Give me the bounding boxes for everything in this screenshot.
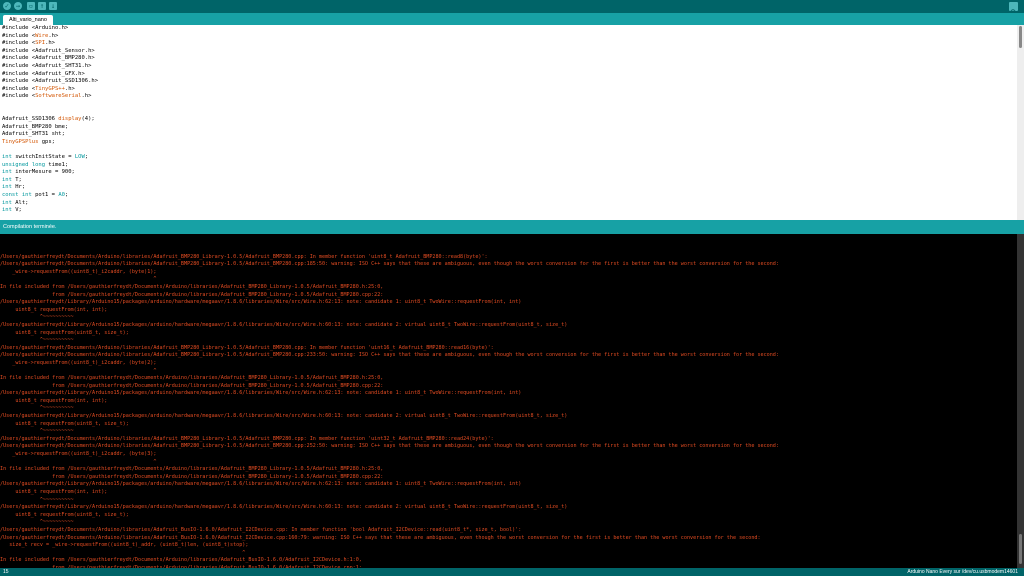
verify-icon[interactable]: ✓ <box>3 2 11 10</box>
status-message: Compilation terminée. <box>3 224 57 230</box>
tab-bar: Alti_vario_nano <box>0 13 1024 25</box>
console-scrollbar[interactable] <box>1017 234 1024 568</box>
new-icon[interactable]: ▫ <box>27 2 35 10</box>
status-bar: Compilation terminée. <box>0 220 1024 234</box>
editor-scroll-thumb[interactable] <box>1019 26 1022 48</box>
board-port-info: Arduino Nano Every sur /dev/cu.usbmodem1… <box>907 569 1018 575</box>
upload-icon[interactable]: → <box>14 2 22 10</box>
open-icon[interactable]: ↑ <box>38 2 46 10</box>
footer-bar: 15 Arduino Nano Every sur /dev/cu.usbmod… <box>0 568 1024 576</box>
editor-scrollbar[interactable] <box>1017 25 1024 220</box>
line-number: 15 <box>3 569 9 575</box>
save-icon[interactable]: ↓ <box>49 2 57 10</box>
code-editor[interactable]: #include <Arduino.h> #include <Wire.h> #… <box>0 25 1017 220</box>
serial-monitor-icon[interactable] <box>1009 2 1018 17</box>
toolbar: ✓ → ▫ ↑ ↓ <box>0 0 1024 17</box>
console-output[interactable]: /Users/gauthierfreydt/Documents/Arduino/… <box>0 234 1017 568</box>
code-text[interactable]: #include <Arduino.h> #include <Wire.h> #… <box>2 25 98 215</box>
console-text: /Users/gauthierfreydt/Documents/Arduino/… <box>0 253 779 568</box>
console-scroll-thumb[interactable] <box>1019 534 1022 564</box>
tab-sketch[interactable]: Alti_vario_nano <box>3 15 53 25</box>
